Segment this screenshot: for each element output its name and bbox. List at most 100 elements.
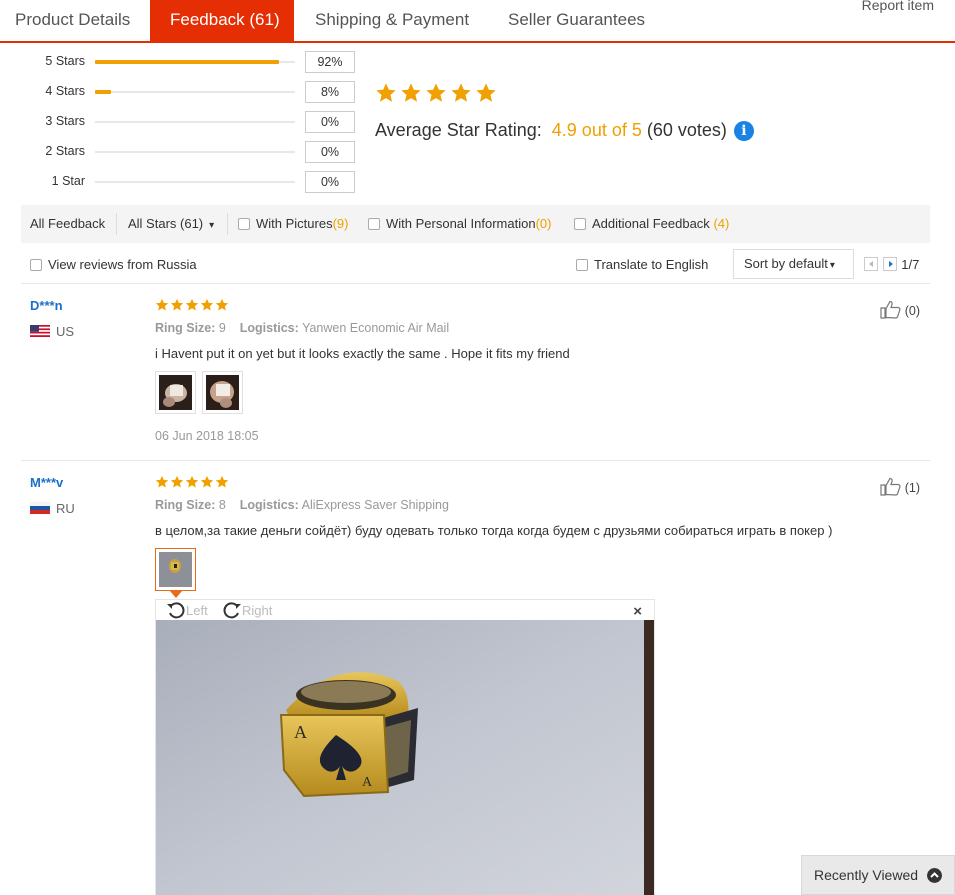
ring-photo [159,552,192,587]
info-icon[interactable]: i [733,121,754,141]
rating-row-2: 2 Stars 0% [0,141,360,163]
reviewer-name[interactable]: D***n [30,298,63,313]
reviewer-name[interactable]: M***v [30,475,63,490]
star-icon [185,298,199,311]
review-text: в целом,за такие деньги сойдёт) буду оде… [155,523,833,538]
attr-label: Logistics: [239,498,299,512]
helpful-count: (1) [904,481,920,495]
attr-label: Ring Size: [155,498,216,512]
helpful-count: (0) [904,304,920,318]
filter-additional-feedback[interactable]: Additional Feedback (4) [574,205,729,243]
rating-row-3: 3 Stars 0% [0,111,360,133]
country-code: US [56,324,75,339]
prev-page-icon[interactable] [864,257,878,271]
rotate-right-button[interactable]: Right [222,601,272,619]
star-icon [401,83,421,102]
filter-with-pictures[interactable]: With Pictures(9) [238,205,348,243]
svg-text:A: A [294,722,307,742]
rotate-right-label: Right [242,603,273,618]
review-photo-thumbnail[interactable] [155,371,196,414]
helpful-button[interactable]: (1) [879,476,920,496]
star-icon [185,475,199,488]
tab-feedback[interactable]: Feedback (61) [150,0,294,41]
next-page-icon[interactable] [882,257,897,271]
checkbox[interactable] [368,218,380,230]
filter-all-stars-dropdown[interactable]: All Stars (61) ▾ [128,205,214,243]
rating-row-1: 1 Star 0% [0,171,360,193]
star-icon [215,475,229,488]
star-icon [155,298,169,311]
us-flag-icon [30,325,50,337]
star-icon [170,475,184,488]
review-photo-thumbnail[interactable] [155,548,196,591]
filter-label: With Pictures [256,216,333,231]
reviewer-country: RU [30,501,75,516]
country-code: RU [56,501,75,516]
rating-bar-track [95,181,295,183]
filter-label: With Personal Information [386,216,536,231]
rating-row-4: 4 Stars 8% [0,81,360,103]
rating-row-5: 5 Stars 92% [0,51,360,73]
recently-viewed-button[interactable]: Recently Viewed [801,855,955,895]
divider [21,283,930,284]
review-stars [155,298,230,317]
tab-seller-guarantees[interactable]: Seller Guarantees [493,0,660,41]
star-icon [376,83,396,102]
view-russia-label: View reviews from Russia [48,257,197,272]
rating-row-label: 1 Star [51,174,85,188]
checkbox[interactable] [30,259,42,271]
star-icon [200,475,214,488]
rating-row-percent: 0% [305,141,355,163]
translate-label: Translate to English [594,257,709,272]
photo-viewer: Left Right × A A [155,599,655,895]
ring-photo-large: A A [156,620,654,895]
checkbox[interactable] [238,218,250,230]
rating-bar-track [95,121,295,123]
checkbox[interactable] [574,218,586,230]
attr-label: Logistics: [239,321,299,335]
reviewer-country: US [30,324,74,339]
review-date: 06 Jun 2018 18:05 [155,429,259,443]
tab-product-details[interactable]: Product Details [0,0,145,41]
star-icon [215,298,229,311]
feedback-filter-bar: All Feedback All Stars (61) ▾ With Pictur… [21,205,930,243]
svg-text:A: A [362,775,373,790]
rating-row-percent: 0% [305,111,355,133]
rating-row-percent: 0% [305,171,355,193]
divider [116,213,117,235]
view-reviews-russia[interactable]: View reviews from Russia [30,246,197,284]
review-text: i Havent put it on yet but it looks exac… [155,346,570,361]
rating-row-percent: 92% [305,51,355,73]
pagination: 1/7 [864,257,919,272]
review-stars [155,475,230,494]
rotate-right-icon [223,602,241,619]
ring-photo [159,375,192,410]
review-photo-thumbnail[interactable] [202,371,243,414]
feedback-options-bar: View reviews from Russia Translate to En… [21,249,930,280]
translate-to-english[interactable]: Translate to English [576,246,708,284]
star-icon [155,475,169,488]
tab-bar: Product Details Feedback (61) Shipping &… [0,0,955,43]
filter-all-feedback[interactable]: All Feedback [30,205,105,243]
star-icon [426,83,446,102]
close-icon[interactable]: × [633,603,642,620]
filter-count: (0) [535,216,552,231]
tab-shipping-payment[interactable]: Shipping & Payment [300,0,484,41]
vote-count: (60 votes) [646,120,727,140]
helpful-button[interactable]: (0) [879,299,920,319]
rating-bar-track [95,151,295,153]
sort-dropdown[interactable]: Sort by default ▾ [733,249,854,279]
thumbs-up-icon [880,300,901,319]
chevron-down-icon: ▾ [829,260,835,271]
checkbox[interactable] [576,259,588,271]
average-stars [375,82,500,109]
star-icon [170,298,184,311]
divider [21,460,930,461]
star-icon [200,298,214,311]
attr-label: Ring Size: [155,321,216,335]
rotate-left-button[interactable]: Left [166,601,208,619]
filter-with-personal-info[interactable]: With Personal Information(0) [368,205,551,243]
photo-viewer-toolbar: Left Right × [156,600,654,620]
report-item-link[interactable]: Report item [862,0,934,13]
page-indicator: 1/7 [901,257,920,272]
